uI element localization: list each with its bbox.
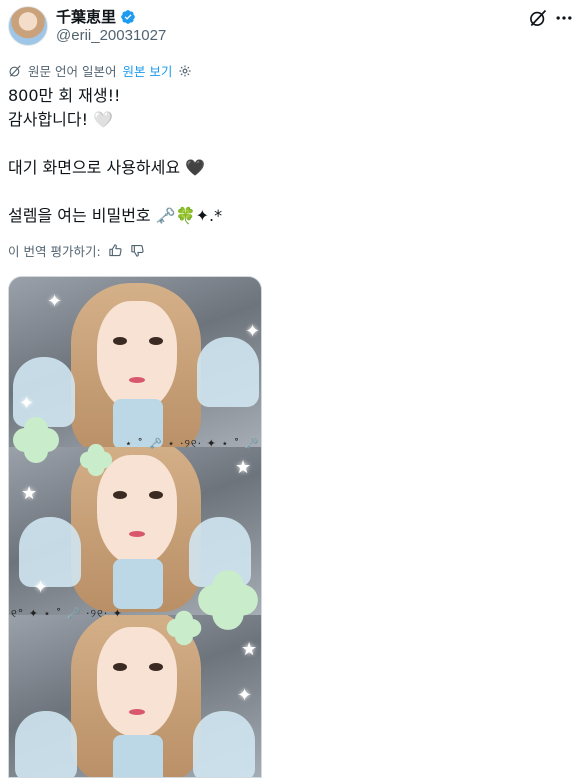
avatar[interactable] bbox=[8, 6, 48, 46]
thumbs-up-icon[interactable] bbox=[108, 243, 123, 258]
sparkle-decoration: ✦ bbox=[245, 321, 261, 342]
clover-decoration bbox=[13, 417, 59, 463]
clover-decoration bbox=[166, 610, 202, 646]
translate-icon bbox=[9, 64, 21, 77]
clover-decoration bbox=[79, 443, 113, 477]
show-original-link[interactable]: 원본 보기 bbox=[122, 61, 172, 80]
grok-icon[interactable] bbox=[528, 8, 548, 28]
key-decoration-line: ୧° ✦ ⋆ ˚ 🗝️ ·୨୧· ✦ bbox=[11, 607, 123, 620]
sparkle-decoration: ✦ bbox=[47, 291, 63, 312]
photo-panel bbox=[9, 615, 261, 777]
thumbs-down-icon[interactable] bbox=[130, 243, 145, 258]
sparkle-decoration: ✦ bbox=[19, 393, 35, 414]
sparkle-decoration: ★ bbox=[21, 483, 38, 504]
translation-source-label: 원문 언어 일본어 bbox=[28, 64, 117, 79]
tweet-header: 千葉恵里 @erii_20031027 bbox=[8, 4, 574, 48]
sparkle-decoration: ★ bbox=[235, 457, 252, 478]
sparkle-decoration: ★ bbox=[241, 639, 258, 660]
more-icon[interactable] bbox=[554, 8, 574, 28]
tweet-text: 800만 회 재생!! 감사합니다! 🤍 대기 화면으로 사용하세요 🖤 설렘을… bbox=[8, 86, 223, 225]
key-decoration-line: ⋆ ˚ 🗝️ ⋆ ·୨୧· ✦ ⋆ ˚ 🗝️ bbox=[125, 437, 260, 450]
rate-translation-row: 이 번역 평가하기: bbox=[8, 241, 145, 260]
display-name[interactable]: 千葉恵里 bbox=[56, 6, 116, 27]
author-name-row: 千葉恵里 bbox=[56, 6, 136, 27]
tweet-photo[interactable]: ✦ ✦ ✦ ★ ★ ✦ ★ ✦ ⋆ ˚ 🗝️ ⋆ ·୨୧· ✦ ⋆ ˚ 🗝️ ୧… bbox=[8, 276, 262, 778]
verified-badge-icon bbox=[121, 9, 135, 24]
translation-info: 원문 언어 일본어 원본 보기 bbox=[8, 61, 192, 80]
author-handle[interactable]: @erii_20031027 bbox=[56, 27, 166, 44]
gear-icon[interactable] bbox=[178, 64, 192, 78]
sparkle-decoration: ✦ bbox=[237, 685, 253, 706]
sparkle-decoration: ✦ bbox=[33, 577, 49, 598]
rate-translation-label: 이 번역 평가하기: bbox=[8, 244, 101, 259]
clover-decoration bbox=[198, 570, 258, 630]
